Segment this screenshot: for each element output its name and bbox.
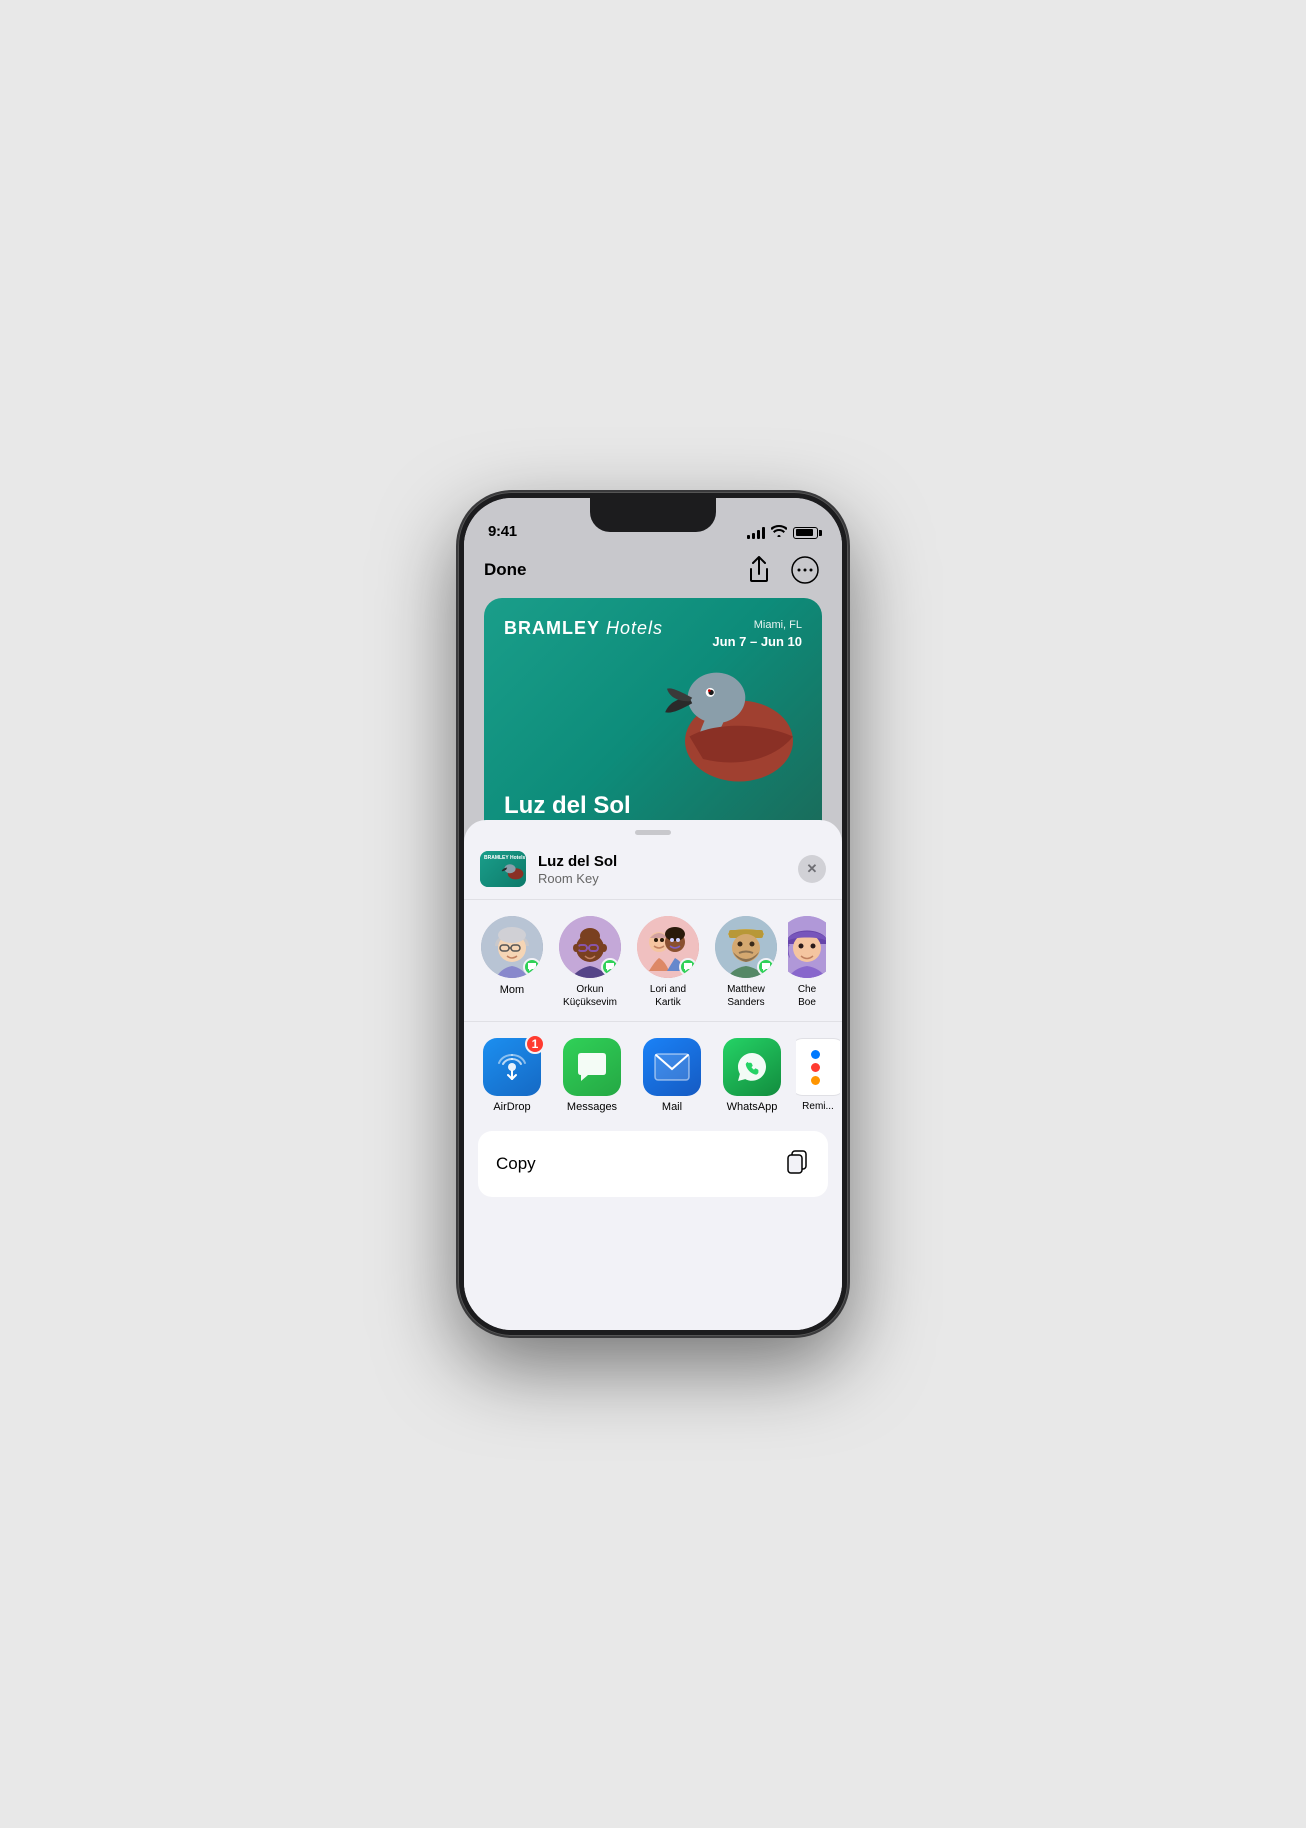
share-subtitle: Room Key [538,871,798,886]
share-thumbnail: BRAMLEY Hotels [480,851,526,887]
contact-avatar-lori [637,916,699,978]
contact-orkun[interactable]: OrkunKüçüksevim [554,916,626,1009]
share-title: Luz del Sol [538,853,798,870]
reminders-icon [796,1038,840,1096]
signal-icon [747,527,765,539]
copy-label: Copy [496,1154,536,1174]
battery-icon [793,527,818,539]
contact-name-mom: Mom [500,983,524,997]
status-time: 9:41 [488,523,517,540]
notch [590,498,716,532]
wifi-icon [771,525,787,540]
copy-section: Copy [478,1131,828,1197]
app-name-reminders: Remi... [802,1101,834,1112]
app-mail[interactable]: Mail [636,1038,708,1113]
screen-background: 9:41 [464,498,842,1330]
app-reminders[interactable]: Remi... [796,1038,840,1113]
contact-messages-badge-mom [523,958,541,976]
contact-avatar-che [788,916,826,978]
hotel-guest-name: Luz del Sol [504,792,631,820]
contact-avatar-orkun [559,916,621,978]
airdrop-icon: 1 [483,1038,541,1096]
contact-che[interactable]: CheBoe [788,916,826,1009]
share-info: Luz del Sol Room Key [538,853,798,886]
hotel-brand-text: BRAMLEY Hotels [504,618,663,638]
top-navigation: Done [464,548,842,592]
contact-avatar-matthew [715,916,777,978]
share-header: BRAMLEY Hotels Luz del Sol Room Key [464,835,842,900]
app-name-mail: Mail [662,1101,682,1113]
more-button[interactable] [788,553,822,587]
app-name-airdrop: AirDrop [493,1101,530,1113]
copy-button[interactable]: Copy [478,1131,828,1197]
mail-icon [643,1038,701,1096]
hotel-brand: BRAMLEY Hotels [504,618,663,639]
contact-name-orkun: OrkunKüçüksevim [563,983,617,1009]
close-icon: ✕ [807,861,818,877]
contact-name-lori: Lori andKartik [650,983,686,1009]
share-button[interactable] [742,553,776,587]
airdrop-badge: 1 [525,1034,545,1054]
contact-lori-kartik[interactable]: Lori andKartik [632,916,704,1009]
hotel-city: Miami, FL [712,618,802,633]
phone-frame: 9:41 [458,492,848,1336]
hotel-header: BRAMLEY Hotels Miami, FL Jun 7 – Jun 10 [504,618,802,652]
contacts-row: Mom [464,900,842,1021]
contact-name-che: CheBoe [798,983,816,1009]
contact-avatar-mom [481,916,543,978]
app-whatsapp[interactable]: WhatsApp [716,1038,788,1113]
hotel-bird-illustration [622,648,802,798]
contact-messages-badge-matthew [757,958,775,976]
hotel-location: Miami, FL Jun 7 – Jun 10 [712,618,802,652]
done-button[interactable]: Done [484,560,527,580]
share-close-button[interactable]: ✕ [798,855,826,883]
share-sheet: BRAMLEY Hotels Luz del Sol Room Key [464,820,842,1330]
contact-mom[interactable]: Mom [476,916,548,1009]
hotel-card: BRAMLEY Hotels Miami, FL Jun 7 – Jun 10 [484,598,822,838]
status-icons [747,525,818,540]
whatsapp-icon [723,1038,781,1096]
contact-name-matthew: MatthewSanders [727,983,765,1009]
copy-icon [784,1147,810,1181]
app-airdrop[interactable]: 1 [476,1038,548,1113]
reminders-dots [801,1040,835,1095]
app-name-messages: Messages [567,1101,617,1113]
contact-matthew[interactable]: MatthewSanders [710,916,782,1009]
contact-messages-badge-lori [679,958,697,976]
app-name-whatsapp: WhatsApp [727,1101,778,1113]
phone-screen: 9:41 [464,498,842,1330]
messages-icon [563,1038,621,1096]
apps-section: 1 [464,1021,842,1117]
contact-messages-badge-orkun [601,958,619,976]
app-messages[interactable]: Messages [556,1038,628,1113]
nav-right-icons [742,553,822,587]
apps-row: 1 [464,1034,842,1117]
